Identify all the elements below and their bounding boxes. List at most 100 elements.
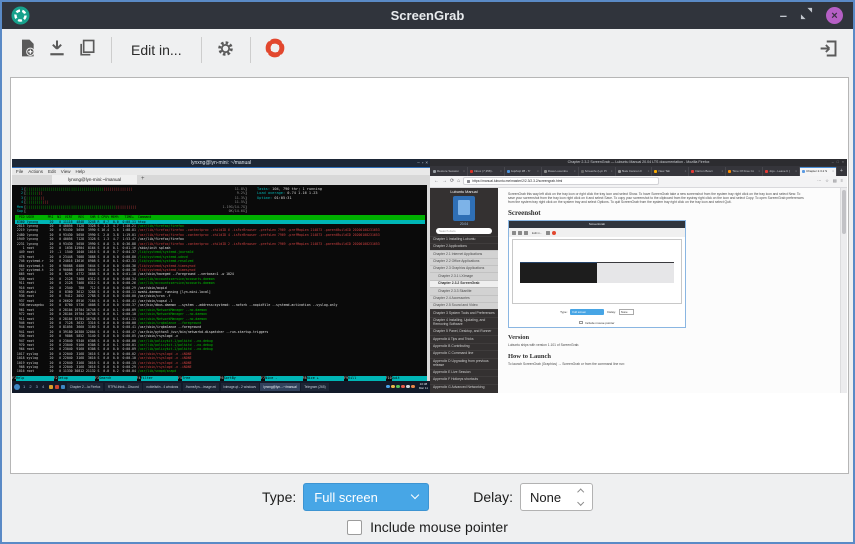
delay-spinbox-value: None	[530, 490, 561, 505]
manual-nav-item: Chapter 2.1 Internet Applications	[430, 250, 498, 257]
taskbar-window-button: noblelistin - 4 windows	[143, 383, 181, 391]
app-menu-icon	[14, 384, 20, 390]
manual-brand: Lubuntu Manual	[430, 188, 498, 195]
htop-fkey: F9Kill	[344, 376, 386, 381]
manual-version: 20.04	[430, 221, 498, 227]
preview-terminal-monitor: lynxng@lyn-mini: ~/manual –▫× FileAction…	[12, 159, 430, 393]
navbar-icon: ☆	[825, 176, 829, 186]
taskbar-window-button: lximage-qt - 2 windows	[221, 383, 259, 391]
type-combobox[interactable]: Full screen	[303, 483, 429, 511]
copy-button[interactable]	[72, 35, 102, 65]
taskbar-clock: 10:38 Mar 11	[419, 383, 428, 390]
preview-panel: lynxng@lyn-mini: ~/manual –▫× FileAction…	[10, 77, 849, 474]
quit-button[interactable]	[813, 35, 843, 65]
navbar-icon: ⋯	[817, 176, 821, 186]
toolbar-separator	[250, 37, 251, 63]
favicon	[765, 170, 768, 173]
screengrab-window: ScreenGrab – ×	[0, 0, 855, 544]
terminal-menu-item: Edit	[48, 169, 56, 174]
firefox-tab: Darron Bosci×	[689, 167, 726, 176]
forward-icon: →	[442, 176, 447, 186]
mini-controls: Type: Full screen Delay: None	[509, 306, 685, 318]
new-tab-icon: +	[837, 167, 846, 176]
spin-up-icon[interactable]	[577, 488, 585, 496]
htop-output: 1[||||||||||||||||||||||||||||||||||||||…	[12, 185, 430, 381]
firefox-tab: Blais Cannon F×	[616, 167, 653, 176]
preview-firefox-monitor: Chapter 2.3.2 ScreenGrab — Lubuntu Manua…	[430, 159, 847, 393]
firefox-tab: lxqt/lxqt #8 - Tr×	[505, 167, 542, 176]
page-scrollbar	[840, 188, 847, 393]
taskbar-window-button: RTFM-think....Discord	[105, 383, 142, 391]
manual-nav-item: Chapter 3 System Tools and Preferences	[430, 309, 498, 316]
taskbar-window-button: Telegram (265)	[301, 383, 328, 391]
help-button[interactable]	[260, 35, 290, 65]
tray-icon	[401, 385, 405, 389]
tab-close-icon: ×	[463, 169, 465, 173]
tab-close-icon: ×	[721, 169, 723, 173]
manual-nav-item: Chapter 2.4 Accessories	[430, 295, 498, 302]
htop-fkey: F3Search	[95, 376, 137, 381]
firefox-tab: Jojo - Leave It (×	[763, 167, 800, 176]
firefox-navbar: ← → ⟳ ⌂ https://manual.lubuntu.me/master…	[430, 176, 847, 188]
firefox-tab: Time Of Free Co×	[726, 167, 763, 176]
save-button[interactable]	[42, 35, 72, 65]
terminal-menu-item: Help	[75, 169, 84, 174]
delay-spinbox[interactable]: None	[520, 483, 593, 511]
manual-nav-item: Chapter 4 Installing, Updating, and Remo…	[430, 317, 498, 328]
settings-button[interactable]	[211, 35, 241, 65]
terminal-newtab-icon: +	[141, 175, 145, 184]
manual-nav-item: Appendix D Upgrading from previous relea…	[430, 358, 498, 369]
htop-fkey: F5Tree	[178, 376, 220, 381]
mini-preview	[512, 239, 682, 304]
manual-nav-item: Chapter 2.3 Graphics Applications	[430, 265, 498, 272]
taskbar-window-button: /home/lyn....image.mi	[183, 383, 219, 391]
mini-checkbox-row: Include mouse pointer	[509, 318, 685, 327]
tab-close-icon: ×	[500, 169, 502, 173]
launcher-icon	[61, 385, 65, 389]
tray-icon	[391, 385, 395, 389]
firefox-tab: Chapter 2.3.2 S×	[800, 167, 837, 176]
terminal-titlebar: lynxng@lyn-mini: ~/manual –▫×	[12, 159, 430, 168]
firefox-tab: Inbox (7,358) -×	[468, 167, 505, 176]
favicon	[728, 170, 731, 173]
maximize-button[interactable]	[800, 7, 813, 25]
terminal-menu-item: View	[61, 169, 71, 174]
home-icon: ⌂	[457, 176, 460, 186]
spin-down-icon[interactable]	[577, 499, 585, 507]
tray-icon	[411, 385, 415, 389]
firefox-tab: Screenfe (Lyn Pr×	[579, 167, 616, 176]
firefox-tab: New Tab×	[652, 167, 689, 176]
htop-fkey: F6SortBy	[220, 376, 262, 381]
manual-nav-item: Chapter 2.5 Sound and Video	[430, 302, 498, 309]
embedded-screengrab-image: ScreenGrab Edit in... Type:	[508, 220, 686, 328]
tab-close-icon: ×	[537, 169, 539, 173]
htop-process-row: 1016 root 20 0 11330 30812 21132 S 0.0 0…	[15, 369, 425, 373]
minimize-button[interactable]: –	[780, 11, 787, 21]
favicon	[433, 170, 436, 173]
terminal-window-control: ×	[425, 160, 428, 166]
mini-help-icon	[552, 231, 556, 235]
lifebuoy-icon	[264, 37, 286, 62]
tray-icon	[386, 385, 390, 389]
new-file-icon	[17, 38, 37, 61]
window-titlebar[interactable]: ScreenGrab – ×	[2, 2, 853, 29]
manual-logo	[453, 196, 475, 221]
tab-close-icon: ×	[832, 169, 834, 173]
new-screenshot-button[interactable]	[12, 35, 42, 65]
tab-close-icon: ×	[574, 169, 576, 173]
favicon	[544, 170, 547, 173]
htop-meter: Swp[0K/14.6G]	[15, 209, 247, 214]
terminal-tabbar: lynxng@lyn-mini:~/manual +	[12, 175, 430, 185]
toolbar-separator	[201, 37, 202, 63]
chevron-down-icon	[411, 491, 419, 499]
toolbar: Edit in...	[2, 29, 853, 70]
terminal-menubar: FileActionsEditViewHelp	[12, 168, 430, 175]
favicon	[581, 170, 584, 173]
terminal-scrollbar	[427, 185, 430, 381]
close-button[interactable]: ×	[826, 7, 843, 24]
toolbar-separator	[111, 37, 112, 63]
edit-in-button[interactable]: Edit in...	[121, 42, 192, 58]
include-pointer-checkbox[interactable]	[347, 520, 362, 535]
exit-icon	[818, 38, 839, 62]
manual-sidebar: Lubuntu Manual 20.04 Search docs Chapter…	[430, 188, 498, 393]
